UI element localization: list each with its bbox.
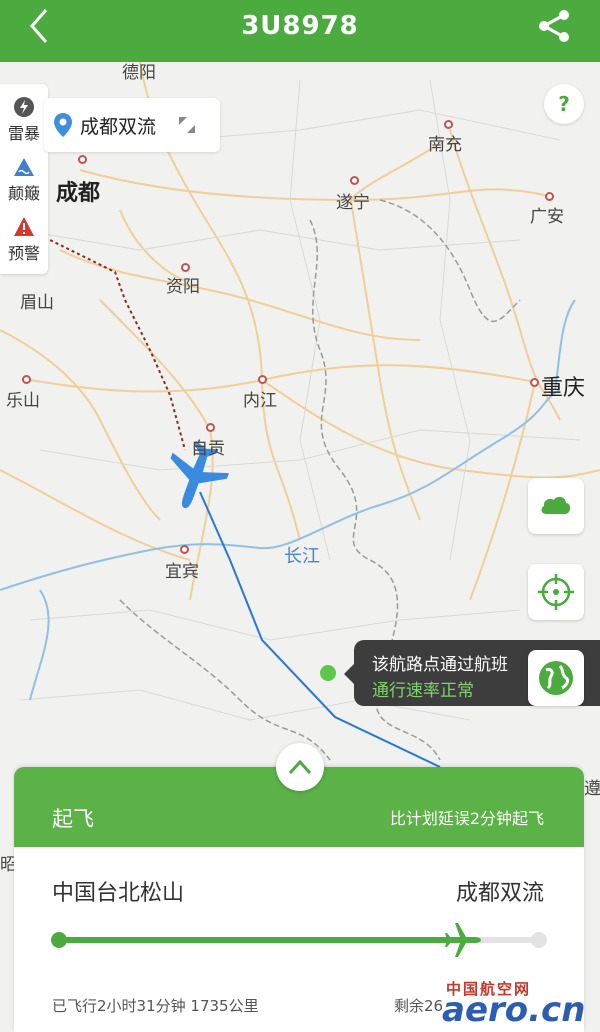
globe-button[interactable]: [528, 650, 584, 706]
help-button[interactable]: ?: [544, 84, 584, 124]
weather-thunder-label: 雷暴: [7, 124, 40, 143]
tooltip-line-1: 该航路点通过航班: [372, 655, 508, 675]
progress-start-dot: [51, 932, 67, 948]
city-label-chengdu: 成都: [56, 181, 101, 206]
weather-turbulence-label: 颠簸: [7, 184, 40, 203]
weather-thunder-toggle[interactable]: 雷暴: [0, 96, 48, 144]
city-label-nanchong: 南充: [428, 135, 462, 155]
warning-icon: [14, 217, 34, 236]
turbulence-icon: [14, 158, 34, 176]
city-label-yibin: 宜宾: [165, 562, 199, 582]
city-marker: [181, 263, 190, 272]
river-label-yangtze: 长江: [284, 546, 320, 567]
city-label-neijiang: 内江: [243, 391, 277, 411]
city-marker: [78, 155, 87, 164]
app-header: 3U8978: [0, 0, 600, 62]
city-marker: [545, 192, 554, 201]
location-pin-icon: [54, 113, 72, 137]
watermark-en: aero.cn: [442, 990, 586, 1030]
city-marker: [350, 176, 359, 185]
city-marker: [444, 120, 453, 129]
city-label-guangan: 广安: [530, 207, 564, 227]
cloud-icon: [541, 496, 571, 514]
weather-warning-toggle[interactable]: 预警: [0, 216, 48, 264]
lightning-icon: [14, 97, 34, 117]
expand-panel-button[interactable]: [276, 743, 324, 791]
elapsed-info: 已飞行2小时31分钟 1735公里: [52, 997, 259, 1015]
waypoint-marker[interactable]: [320, 665, 336, 681]
delay-info: 比计划延误2分钟起飞: [389, 809, 544, 828]
city-label-zigong: 自贡: [191, 439, 225, 459]
chevron-up-icon: [288, 759, 312, 775]
airplane-icon: [444, 923, 481, 957]
remaining-info: 剩余26: [394, 997, 444, 1015]
progress-end-dot: [531, 932, 547, 948]
aero-cn-watermark: 中国航空网 aero.cn: [442, 978, 598, 1032]
city-label-chongqing: 重庆: [541, 376, 586, 401]
flight-number-title: 3U8978: [241, 11, 359, 41]
city-marker: [206, 423, 215, 432]
airport-selector[interactable]: 成都双流: [44, 98, 220, 152]
city-marker: [22, 375, 31, 384]
arrival-airport: 成都双流: [455, 881, 544, 906]
progress-fill: [58, 937, 463, 943]
city-label-edge-zun: 遵: [584, 779, 600, 799]
city-label-ziyang: 资阳: [166, 277, 200, 297]
weather-layer-panel: 雷暴 颠簸 预警: [0, 84, 48, 274]
departure-airport: 中国台北松山: [52, 881, 185, 906]
share-icon[interactable]: [536, 8, 572, 44]
weather-turbulence-toggle[interactable]: 颠簸: [0, 156, 48, 204]
crosshair-icon: [538, 574, 574, 610]
airport-label: 成都双流: [80, 116, 157, 138]
city-marker: [530, 378, 539, 387]
weather-warning-label: 预警: [7, 244, 40, 263]
locate-button[interactable]: [528, 564, 584, 620]
city-label-leshan: 乐山: [6, 391, 40, 411]
weather-cloud-button[interactable]: [528, 478, 584, 534]
city-label-suining: 遂宁: [336, 193, 370, 213]
globe-icon: [539, 661, 573, 695]
city-label-meishan: 眉山: [20, 293, 54, 313]
city-marker: [258, 375, 267, 384]
flight-progress-bar: [51, 923, 547, 957]
tooltip-line-2: 通行速率正常: [372, 681, 474, 701]
city-marker: [180, 545, 189, 554]
flight-status: 起飞: [52, 807, 94, 831]
expand-corner-icon: [179, 117, 195, 133]
city-label-deyang: 德阳: [122, 63, 156, 83]
